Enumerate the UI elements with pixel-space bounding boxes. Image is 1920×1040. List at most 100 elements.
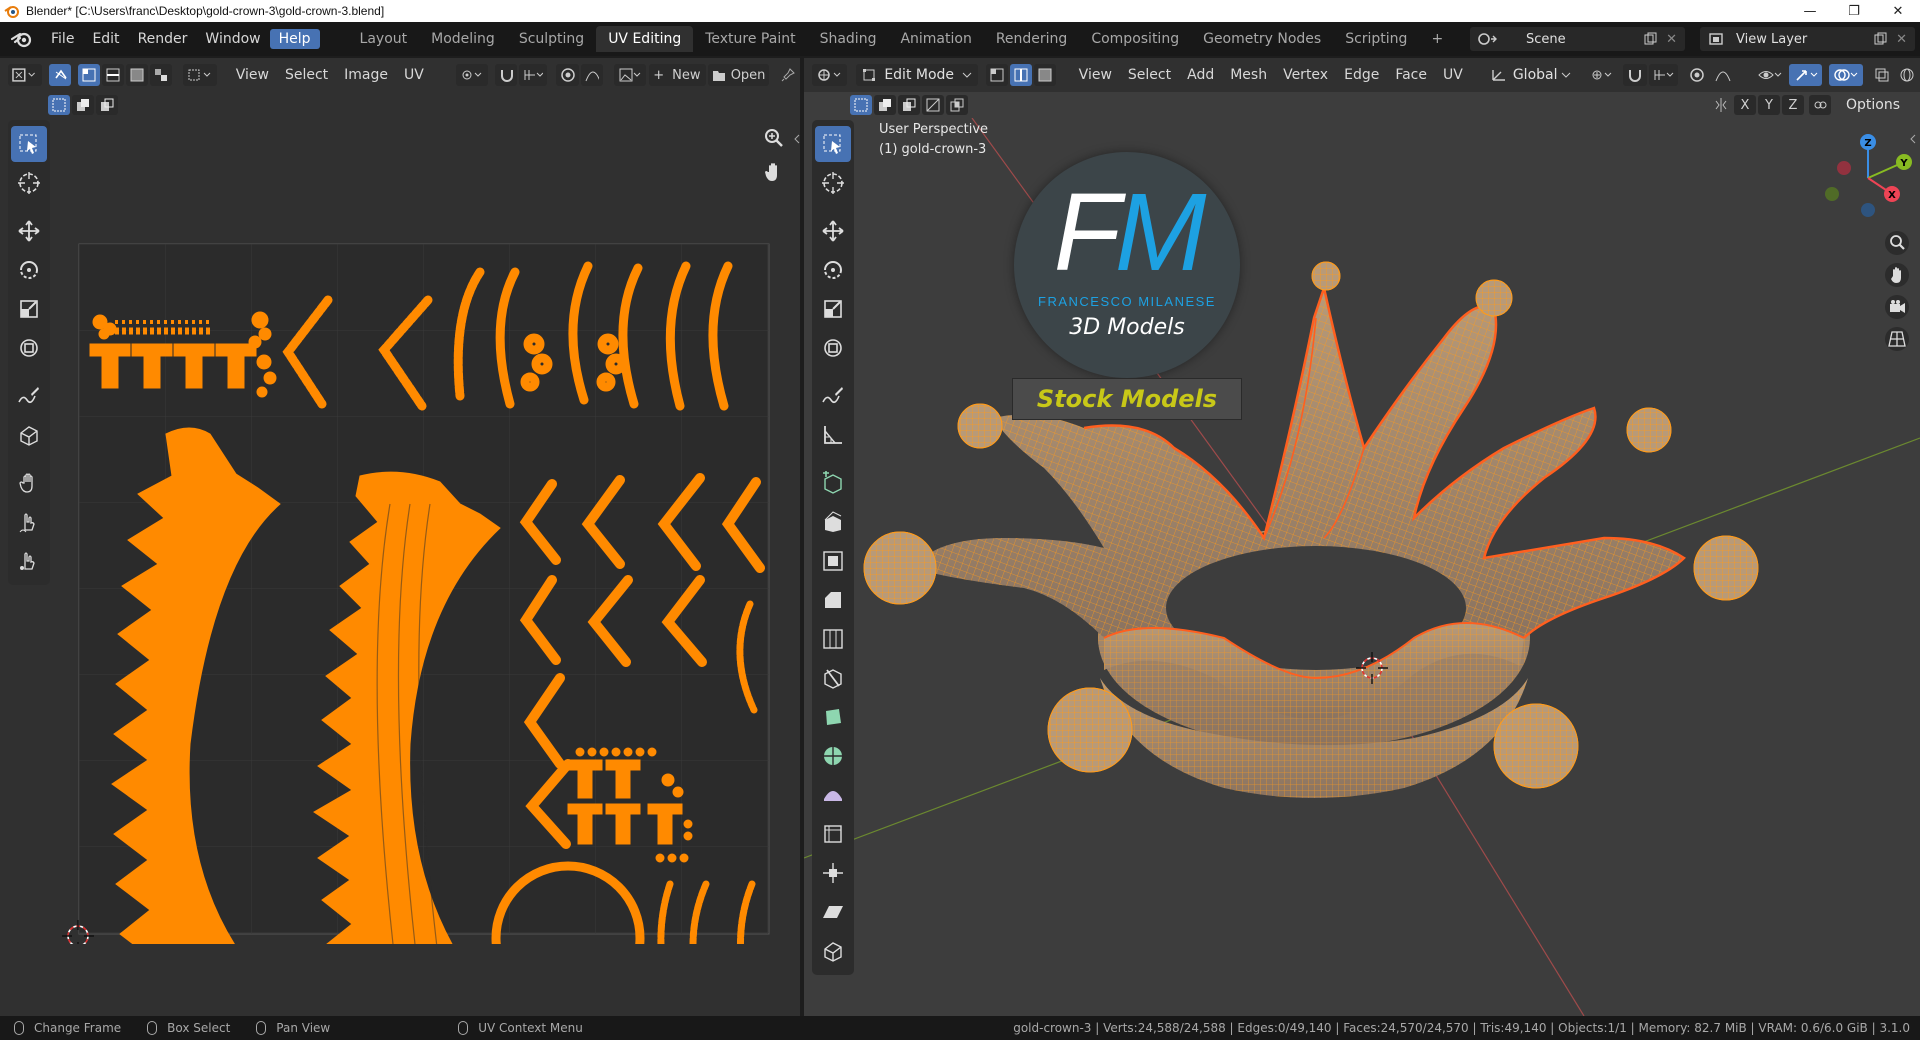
viewport-select-new-button[interactable]: [850, 95, 872, 115]
tab-texture-paint[interactable]: Texture Paint: [693, 26, 807, 52]
tool-edge-slide[interactable]: [815, 816, 851, 852]
tab-uv-editing[interactable]: UV Editing: [596, 26, 694, 52]
maximize-button[interactable]: ❐: [1832, 0, 1876, 22]
tool-select-box[interactable]: [11, 126, 47, 162]
tool-rip-region-3d[interactable]: [815, 933, 851, 969]
tool-shear[interactable]: [815, 894, 851, 930]
falloff-dropdown[interactable]: [580, 64, 604, 86]
snap-target-dropdown[interactable]: [519, 64, 548, 86]
uv-menu-image[interactable]: Image: [336, 67, 396, 83]
snap-target-dropdown-3d[interactable]: [1648, 64, 1679, 86]
remove-view-layer-icon[interactable]: ✕: [1896, 32, 1907, 47]
tool-scale[interactable]: [11, 291, 47, 327]
edge-select-mode-button[interactable]: [102, 64, 125, 86]
tool-inset[interactable]: [815, 543, 851, 579]
gizmo-neg-x[interactable]: [1837, 161, 1851, 175]
tool-pinch[interactable]: [11, 543, 47, 579]
view-layer-selector[interactable]: View Layer ✕: [1700, 27, 1915, 51]
tool-bevel[interactable]: [815, 582, 851, 618]
proportional-edit-toggle-3d[interactable]: [1685, 64, 1709, 86]
new-image-button[interactable]: + New: [649, 64, 707, 86]
menu-edit[interactable]: Edit: [83, 29, 128, 49]
tab-modeling[interactable]: Modeling: [419, 26, 507, 52]
tool-move[interactable]: [11, 213, 47, 249]
close-button[interactable]: ✕: [1876, 0, 1920, 22]
crown-mesh[interactable]: [863, 261, 1759, 798]
tool-measure[interactable]: [815, 417, 851, 453]
tool-select-box-3d[interactable]: [815, 126, 851, 162]
uv-menu-select[interactable]: Select: [277, 67, 336, 83]
tool-knife[interactable]: [815, 660, 851, 696]
tool-cursor[interactable]: [11, 165, 47, 201]
tool-cursor-3d[interactable]: [815, 165, 851, 201]
tool-annotate-3d[interactable]: [815, 378, 851, 414]
select-box-new-button[interactable]: [48, 95, 70, 115]
shading-wireframe-button[interactable]: [1895, 64, 1920, 86]
viewport-menu-view[interactable]: View: [1071, 67, 1120, 83]
viewport-face-select-button[interactable]: [1033, 64, 1056, 86]
gizmo-neg-y[interactable]: [1825, 187, 1839, 201]
mirror-y-toggle[interactable]: Y: [1758, 95, 1780, 115]
transform-orientation-dropdown[interactable]: Global: [1484, 64, 1577, 86]
tab-shading[interactable]: Shading: [808, 26, 889, 52]
viewport-editor-type-button[interactable]: [812, 64, 848, 86]
collapse-viewport-sidebar-icon[interactable]: [1910, 134, 1916, 144]
island-select-mode-button[interactable]: [150, 64, 173, 86]
image-browse-dropdown[interactable]: [614, 64, 647, 86]
uv-canvas[interactable]: [60, 184, 790, 944]
pivot-point-dropdown[interactable]: [455, 64, 488, 86]
viewport-vertex-select-button[interactable]: [985, 64, 1008, 86]
copy-scene-icon[interactable]: [1643, 32, 1657, 46]
select-box-extend-button[interactable]: [72, 95, 94, 115]
minimize-button[interactable]: —: [1788, 0, 1832, 22]
tab-geometry-nodes[interactable]: Geometry Nodes: [1191, 26, 1333, 52]
editor-type-button[interactable]: [8, 64, 42, 86]
gizmo-toggle[interactable]: [1789, 64, 1823, 86]
tool-spin[interactable]: [815, 738, 851, 774]
tool-shrink-fatten[interactable]: [815, 855, 851, 891]
proportional-edit-toggle[interactable]: [556, 64, 579, 86]
tool-move-3d[interactable]: [815, 213, 851, 249]
viewport-zoom-icon[interactable]: [1884, 230, 1910, 256]
perspective-toggle-icon[interactable]: [1884, 326, 1910, 352]
options-dropdown[interactable]: Options: [1840, 94, 1910, 116]
viewport-menu-mesh[interactable]: Mesh: [1222, 67, 1275, 83]
mirror-x-toggle[interactable]: X: [1734, 95, 1756, 115]
snap-toggle[interactable]: [494, 64, 518, 86]
viewport-pan-icon[interactable]: [1884, 262, 1910, 288]
gizmo-neg-z[interactable]: [1861, 203, 1875, 217]
navigation-gizmo[interactable]: Z Y X: [1818, 124, 1918, 224]
tool-smooth[interactable]: [815, 777, 851, 813]
uv-menu-uv[interactable]: UV: [396, 67, 432, 83]
tool-rotate[interactable]: [11, 252, 47, 288]
uv-menu-view[interactable]: View: [228, 67, 277, 83]
tab-sculpting[interactable]: Sculpting: [507, 26, 596, 52]
pin-icon[interactable]: [776, 64, 799, 86]
tab-rendering[interactable]: Rendering: [984, 26, 1080, 52]
visibility-dropdown[interactable]: [1753, 64, 1788, 86]
tool-transform[interactable]: [11, 330, 47, 366]
vertex-select-mode-button[interactable]: [78, 64, 101, 86]
tab-animation[interactable]: Animation: [888, 26, 983, 52]
viewport-menu-select[interactable]: Select: [1120, 67, 1179, 83]
viewport-select-invert-button[interactable]: [922, 95, 944, 115]
tab-scripting[interactable]: Scripting: [1333, 26, 1419, 52]
viewport-select-subtract-button[interactable]: [898, 95, 920, 115]
menu-window[interactable]: Window: [196, 29, 269, 49]
viewport-select-extend-button[interactable]: [874, 95, 896, 115]
viewport-select-intersect-button[interactable]: [946, 95, 968, 115]
tool-extrude[interactable]: [815, 504, 851, 540]
menu-file[interactable]: File: [42, 29, 83, 49]
open-image-button[interactable]: Open: [708, 64, 770, 86]
snap-toggle-3d[interactable]: [1623, 64, 1647, 86]
viewport-menu-uv[interactable]: UV: [1435, 67, 1471, 83]
tool-poly-build[interactable]: [815, 699, 851, 735]
tab-layout[interactable]: Layout: [348, 26, 420, 52]
tool-grab[interactable]: [11, 465, 47, 501]
tool-rip-region[interactable]: [11, 417, 47, 453]
camera-view-icon[interactable]: [1884, 294, 1910, 320]
overlays-toggle[interactable]: [1829, 64, 1863, 86]
viewport-edge-select-button[interactable]: [1009, 64, 1032, 86]
menu-help[interactable]: Help: [269, 29, 320, 49]
tool-annotate[interactable]: [11, 378, 47, 414]
